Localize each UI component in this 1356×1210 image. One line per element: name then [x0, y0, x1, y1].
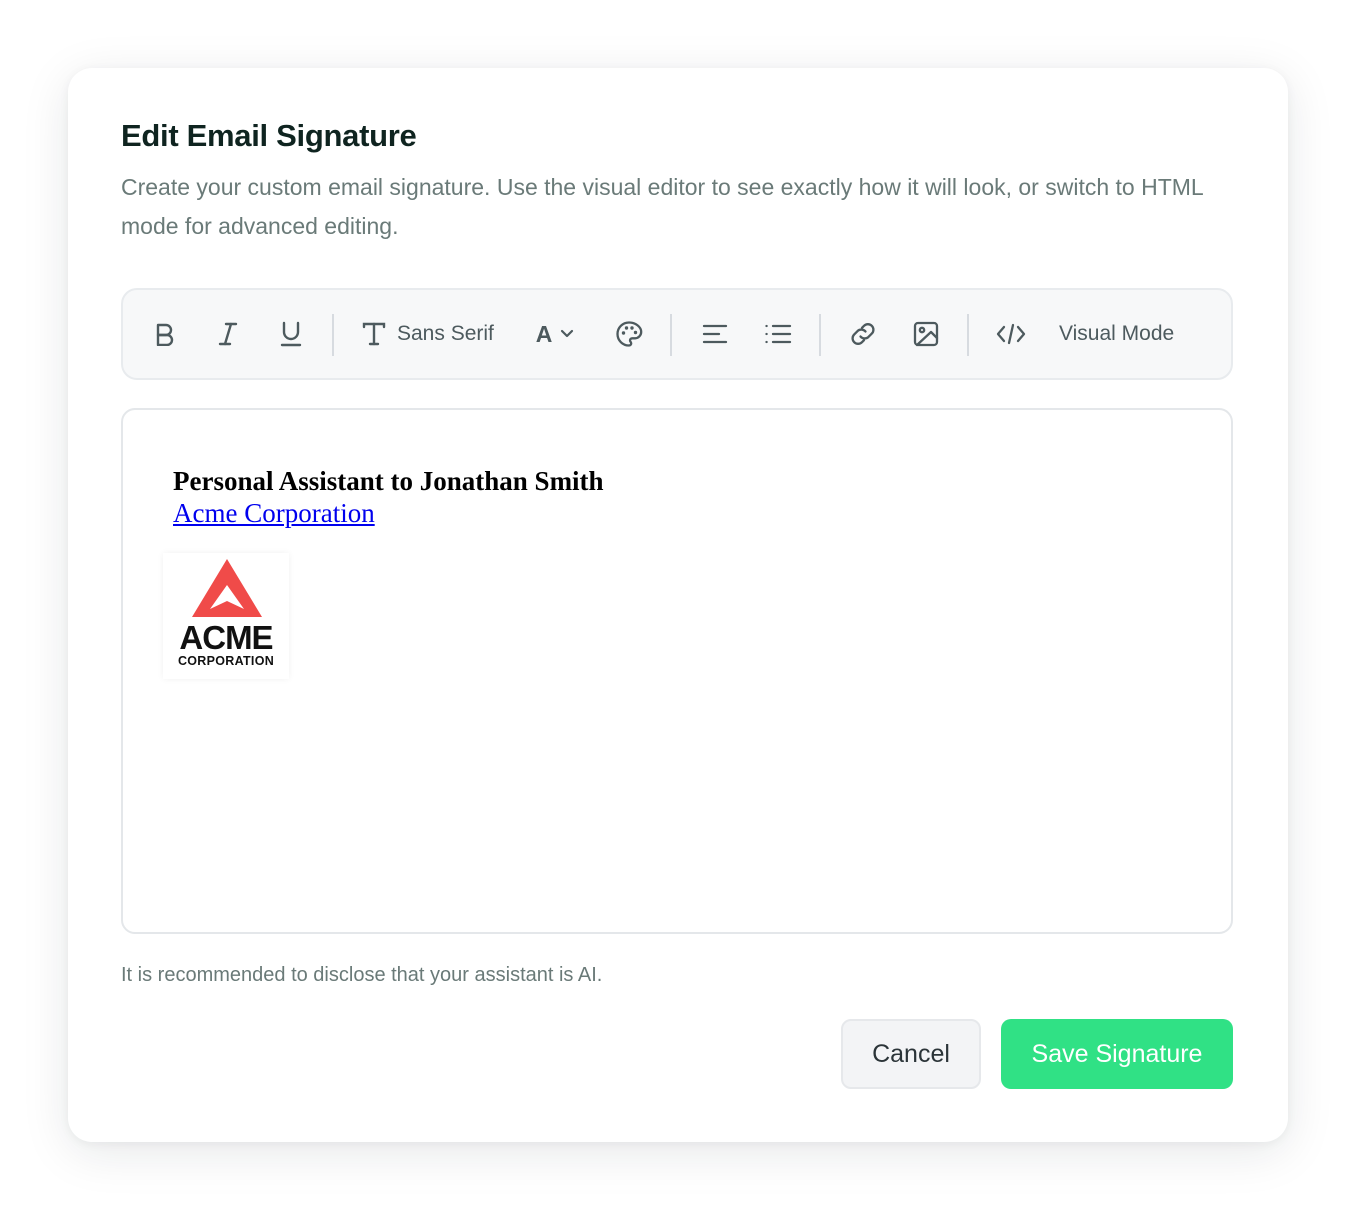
- ai-disclosure-note: It is recommended to disclose that your …: [121, 964, 603, 986]
- insert-image-button[interactable]: [904, 290, 948, 378]
- font-size-icon: A: [535, 320, 553, 347]
- font-family-label: Sans Serif: [397, 322, 494, 345]
- text-color-button[interactable]: [607, 290, 651, 378]
- logo-subword: CORPORATION: [177, 654, 275, 668]
- cancel-button[interactable]: Cancel: [841, 1019, 981, 1089]
- bold-icon: [156, 323, 174, 346]
- italic-button[interactable]: [206, 290, 250, 378]
- edit-signature-dialog: Edit Email Signature Create your custom …: [68, 68, 1288, 1142]
- code-icon: [996, 323, 1026, 345]
- editor-toolbar: Sans Serif A Visual Mode: [121, 288, 1233, 380]
- dialog-description: Create your custom email signature. Use …: [121, 174, 1203, 239]
- image-icon: [913, 321, 939, 347]
- align-button[interactable]: [693, 290, 737, 378]
- bullet-list-button[interactable]: [756, 290, 800, 378]
- toolbar-divider: [670, 314, 672, 356]
- insert-link-button[interactable]: [841, 290, 885, 378]
- toolbar-divider: [967, 314, 969, 356]
- palette-icon: [616, 321, 643, 347]
- toolbar-divider: [819, 314, 821, 356]
- html-mode-button[interactable]: [989, 290, 1033, 378]
- chevron-down-icon: [561, 329, 574, 338]
- underline-button[interactable]: [269, 290, 313, 378]
- mode-toggle-label[interactable]: Visual Mode: [1059, 290, 1189, 378]
- company-logo: ACME CORPORATION: [163, 553, 289, 679]
- link-icon: [851, 323, 875, 345]
- signature-editor[interactable]: Personal Assistant to Jonathan Smith Acm…: [121, 408, 1233, 934]
- underline-icon: [280, 321, 302, 347]
- logo-wordmark: ACME: [179, 619, 273, 656]
- dialog-title: Edit Email Signature: [121, 118, 417, 153]
- align-left-icon: [702, 324, 728, 344]
- toolbar-divider: [332, 314, 334, 356]
- italic-icon: [218, 322, 238, 346]
- save-signature-button[interactable]: Save Signature: [1001, 1019, 1233, 1089]
- bold-button[interactable]: [143, 290, 187, 378]
- font-size-select[interactable]: A: [527, 290, 583, 378]
- text-type-icon: [362, 322, 386, 346]
- company-link[interactable]: Acme Corporation: [173, 498, 375, 529]
- font-family-select[interactable]: Sans Serif: [361, 290, 505, 378]
- signature-title-line: Personal Assistant to Jonathan Smith: [173, 466, 604, 496]
- list-icon: [765, 324, 792, 344]
- acme-logo-mark-icon: [192, 559, 262, 617]
